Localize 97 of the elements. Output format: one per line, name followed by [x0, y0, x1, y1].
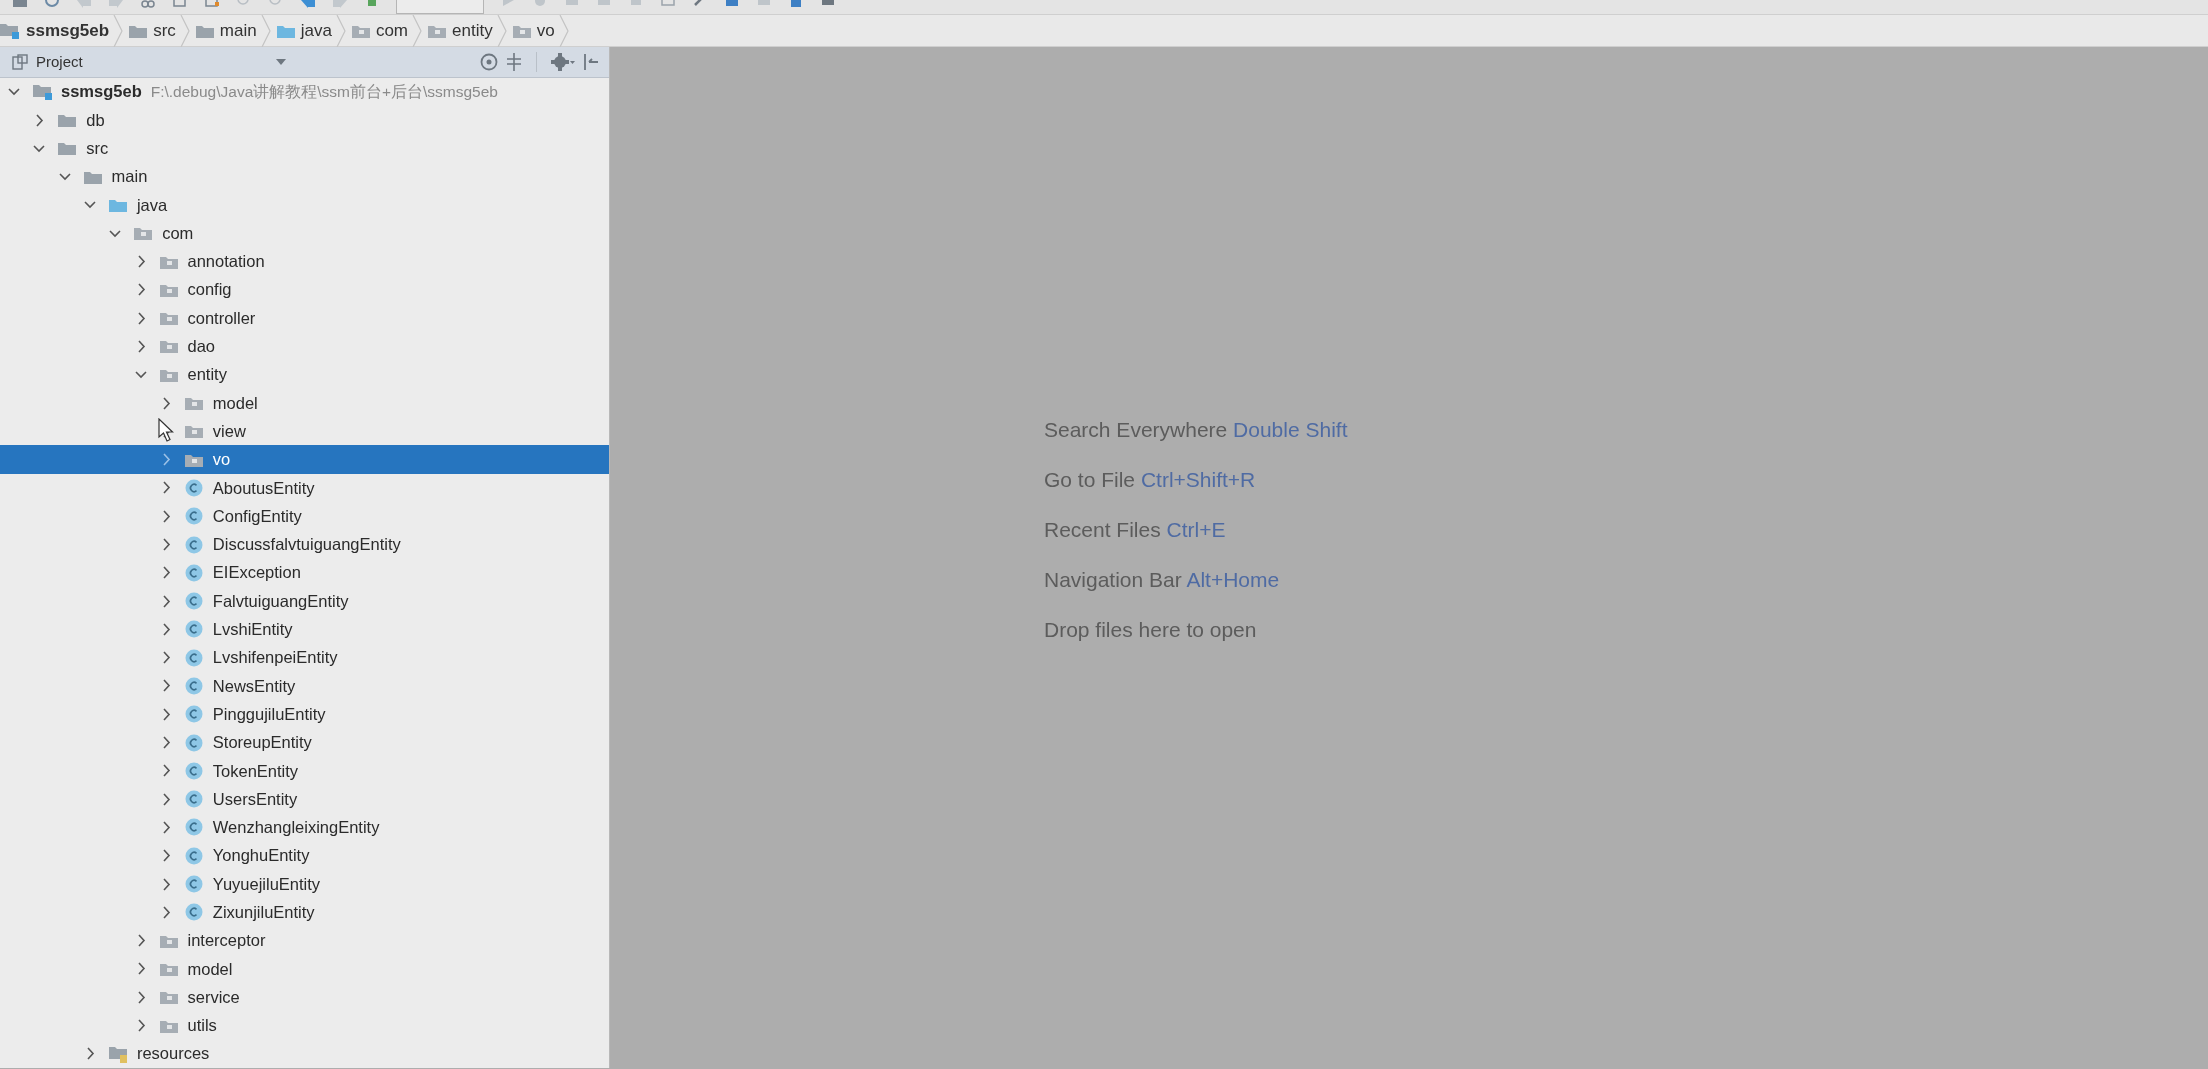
- package-icon: [428, 23, 446, 38]
- package-icon: [159, 933, 178, 948]
- tree-item[interactable]: WenzhangleixingEntity: [0, 813, 609, 842]
- hint-text: Recent Files Ctrl+E: [1044, 517, 1227, 543]
- package-icon: [512, 23, 531, 38]
- class-icon: [184, 818, 203, 837]
- tree-item[interactable]: YonghuEntity: [0, 841, 609, 870]
- package-icon: [159, 254, 178, 269]
- tree-item[interactable]: LvshiEntity: [0, 615, 609, 644]
- folder-icon: [129, 23, 148, 38]
- package-icon: [159, 311, 178, 326]
- tree-item[interactable]: dao: [0, 332, 609, 361]
- package-icon: [184, 424, 203, 439]
- tree-item[interactable]: main: [0, 162, 609, 191]
- hint-text: Drop files here to open: [1044, 617, 1258, 643]
- tree-item[interactable]: model: [0, 954, 609, 984]
- tree-item[interactable]: interceptor: [0, 926, 609, 955]
- package-icon: [134, 226, 153, 241]
- module-folder-icon: [0, 22, 20, 39]
- package-icon: [184, 452, 203, 467]
- tree-item[interactable]: db: [0, 105, 609, 135]
- dropdown-caret-icon[interactable]: [275, 57, 288, 66]
- breadcrumb-item[interactable]: entity: [422, 14, 497, 47]
- hint-text: Go to File Ctrl+Shift+R: [1044, 467, 1257, 493]
- class-icon: [184, 846, 203, 865]
- class-icon: [184, 620, 203, 639]
- package-icon: [159, 367, 178, 382]
- hint-text: Search Everywhere Double Shift: [1044, 417, 1349, 443]
- tree-item[interactable]: com: [0, 219, 609, 248]
- package-icon: [159, 961, 178, 976]
- module-folder-icon: [33, 83, 53, 100]
- class-icon: [184, 535, 203, 554]
- breadcrumb-item[interactable]: src: [123, 14, 180, 47]
- folder-icon: [276, 23, 295, 38]
- breadcrumb-item[interactable]: com: [345, 14, 412, 47]
- collapse-all-icon[interactable]: [506, 52, 522, 71]
- class-icon: [184, 648, 203, 667]
- tree-item[interactable]: PinggujiluEntity: [0, 700, 609, 729]
- folder-icon: [108, 197, 127, 212]
- breadcrumb-item[interactable]: main: [189, 14, 261, 47]
- resources-folder-icon: [108, 1044, 129, 1063]
- package-icon: [351, 23, 370, 38]
- tree-item[interactable]: DiscussfalvtuiguangEntity: [0, 530, 609, 559]
- tree-item[interactable]: EIException: [0, 558, 609, 587]
- breadcrumb-item[interactable]: java: [270, 14, 336, 47]
- class-icon: [184, 790, 203, 809]
- tree-item[interactable]: LvshifenpeiEntity: [0, 643, 609, 672]
- tree-item[interactable]: TokenEntity: [0, 756, 609, 786]
- folder-icon: [58, 113, 77, 128]
- locate-icon[interactable]: [480, 52, 498, 71]
- tree-item[interactable]: src: [0, 134, 609, 163]
- mouse-pointer-icon: [158, 418, 174, 443]
- tree-item[interactable]: controller: [0, 304, 609, 333]
- expand-chevron-icon[interactable]: [33, 113, 46, 127]
- tree-item[interactable]: vo: [0, 445, 609, 474]
- tree-item[interactable]: annotation: [0, 247, 609, 276]
- tree-item[interactable]: service: [0, 983, 609, 1012]
- package-icon: [159, 339, 178, 354]
- class-icon: [184, 705, 203, 724]
- tree-item[interactable]: entity: [0, 360, 609, 389]
- package-icon: [159, 990, 178, 1005]
- folder-icon: [83, 169, 102, 184]
- panel-title[interactable]: Project: [36, 50, 83, 74]
- folder-icon: [58, 141, 77, 156]
- class-icon: [184, 875, 203, 894]
- package-icon: [159, 282, 178, 297]
- breadcrumb-item[interactable]: vo: [506, 14, 559, 47]
- hide-panel-icon[interactable]: [583, 52, 599, 71]
- tree-item[interactable]: model: [0, 388, 609, 418]
- folder-icon: [195, 23, 214, 38]
- package-icon: [159, 1018, 178, 1033]
- class-icon: [184, 761, 203, 780]
- tree-item[interactable]: NewsEntity: [0, 671, 609, 701]
- tree-item[interactable]: FalvtuiguangEntity: [0, 586, 609, 616]
- tree-item[interactable]: java: [0, 190, 609, 220]
- hint-text: Navigation Bar Alt+Home: [1044, 567, 1281, 593]
- class-icon: [184, 677, 203, 695]
- class-icon: [184, 903, 203, 922]
- class-icon: [184, 733, 203, 752]
- project-view-icon: [12, 53, 28, 70]
- class-icon: [184, 563, 203, 582]
- class-icon: [184, 592, 203, 611]
- class-icon: [184, 507, 203, 526]
- package-icon: [184, 396, 203, 410]
- tree-item[interactable]: YuyuejiluEntity: [0, 869, 609, 899]
- tree-item[interactable]: StoreupEntity: [0, 728, 609, 757]
- tree-item[interactable]: utils: [0, 1011, 609, 1040]
- tree-item[interactable]: ssmsg5eb F:\.debug\Java讲解教程\ssm前台+后台\ssmsg5eb: [0, 77, 609, 106]
- tree-item[interactable]: ConfigEntity: [0, 502, 609, 531]
- tree-item[interactable]: ZixunjiluEntity: [0, 898, 609, 927]
- breadcrumb-item[interactable]: ssmsg5eb: [0, 14, 114, 47]
- tree-item[interactable]: config: [0, 275, 609, 304]
- settings-icon[interactable]: [551, 52, 575, 71]
- tree-item[interactable]: AboutusEntity: [0, 473, 609, 503]
- tree-item[interactable]: resources: [0, 1039, 609, 1068]
- tree-item[interactable]: UsersEntity: [0, 785, 609, 814]
- class-icon: [184, 478, 203, 497]
